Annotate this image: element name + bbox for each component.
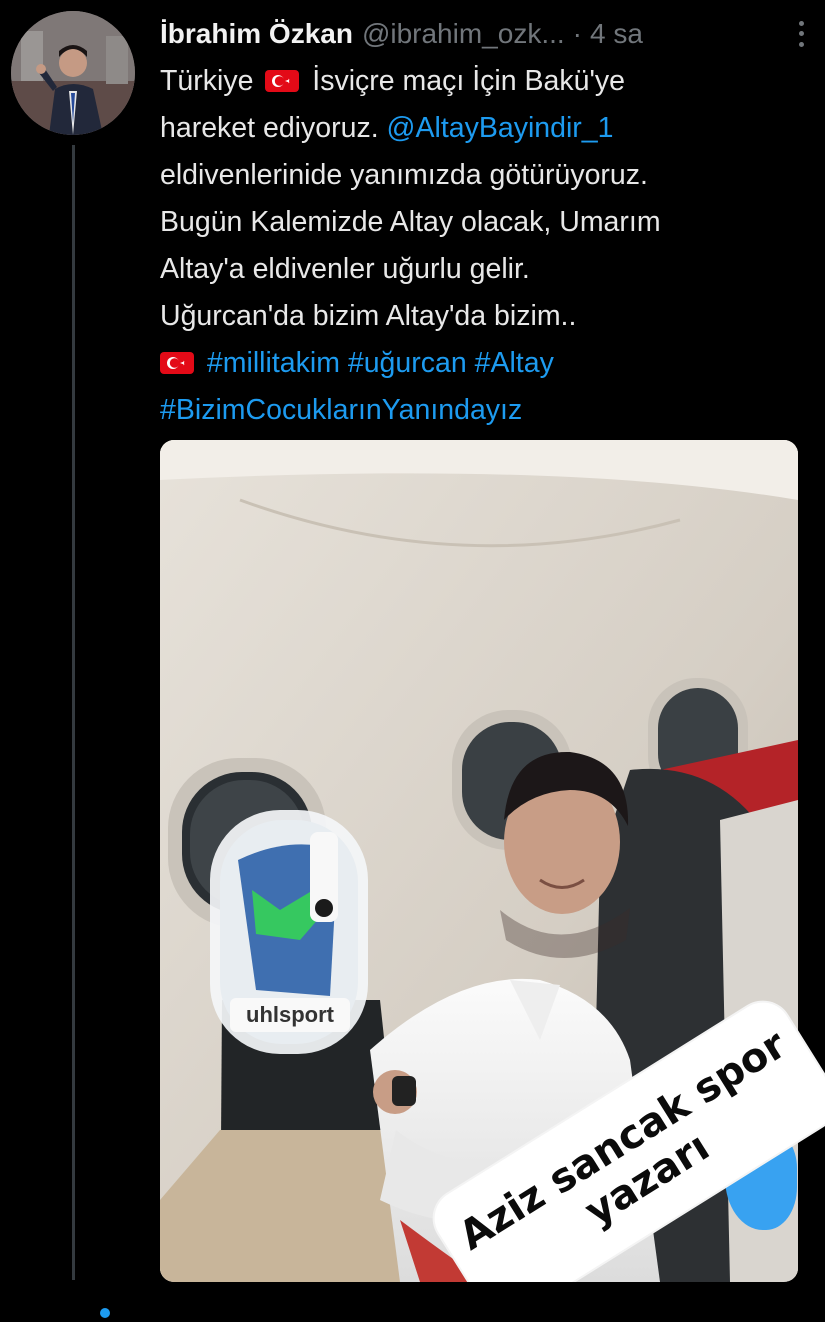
action-bar <box>0 1282 825 1322</box>
text-line-5: Altay'a eldivenler uğurlu gelir. <box>160 253 530 285</box>
text-line-2: hareket ediyoruz. @AltayBayindir_1 <box>160 105 810 152</box>
avatar[interactable] <box>11 11 135 135</box>
text-line-3: eldivenlerinide yanımızda götürüyoruz. <box>160 159 648 191</box>
turkish-flag-icon <box>265 70 300 92</box>
mention-link[interactable]: @AltayBayindir_1 <box>387 112 614 144</box>
text-segment: İsviçre maçı İçin Bakü'ye <box>312 65 625 97</box>
text-line-7: #millitakim #uğurcan #Altay <box>160 340 810 387</box>
hashtag-link[interactable]: #BizimCocuklarınYanındayız <box>160 387 810 434</box>
separator: · <box>572 18 582 49</box>
bag-brand-label: uhlsport <box>246 1002 335 1027</box>
more-options-icon[interactable] <box>792 18 810 50</box>
text-segment: Türkiye <box>160 65 254 97</box>
text-segment: hareket ediyoruz. <box>160 112 379 144</box>
text-line-4: Bugün Kalemizde Altay olacak, Umarım <box>160 206 661 238</box>
thread-line <box>72 145 75 1280</box>
hashtag-links[interactable]: #millitakim #uğurcan #Altay <box>207 347 554 379</box>
tweet-header: İbrahim Özkan @ibrahim_ozk... · 4 sa <box>160 14 810 54</box>
author-name[interactable]: İbrahim Özkan <box>160 18 353 50</box>
text-line-1: Türkiye İsviçre maçı İçin Bakü'ye <box>160 58 810 105</box>
author-handle[interactable]: @ibrahim_ozk... <box>362 18 565 50</box>
tweet-time[interactable]: 4 sa <box>590 18 643 50</box>
text-line-6: Uğurcan'da bizim Altay'da bizim.. <box>160 300 577 332</box>
reply-icon[interactable] <box>100 1308 110 1318</box>
tweet-text: Türkiye İsviçre maçı İçin Bakü'ye hareke… <box>160 58 810 434</box>
turkish-flag-icon <box>160 352 194 374</box>
tweet: İbrahim Özkan @ibrahim_ozk... · 4 sa Tür… <box>0 0 825 1322</box>
glove-bag: uhlsport <box>210 810 368 1054</box>
